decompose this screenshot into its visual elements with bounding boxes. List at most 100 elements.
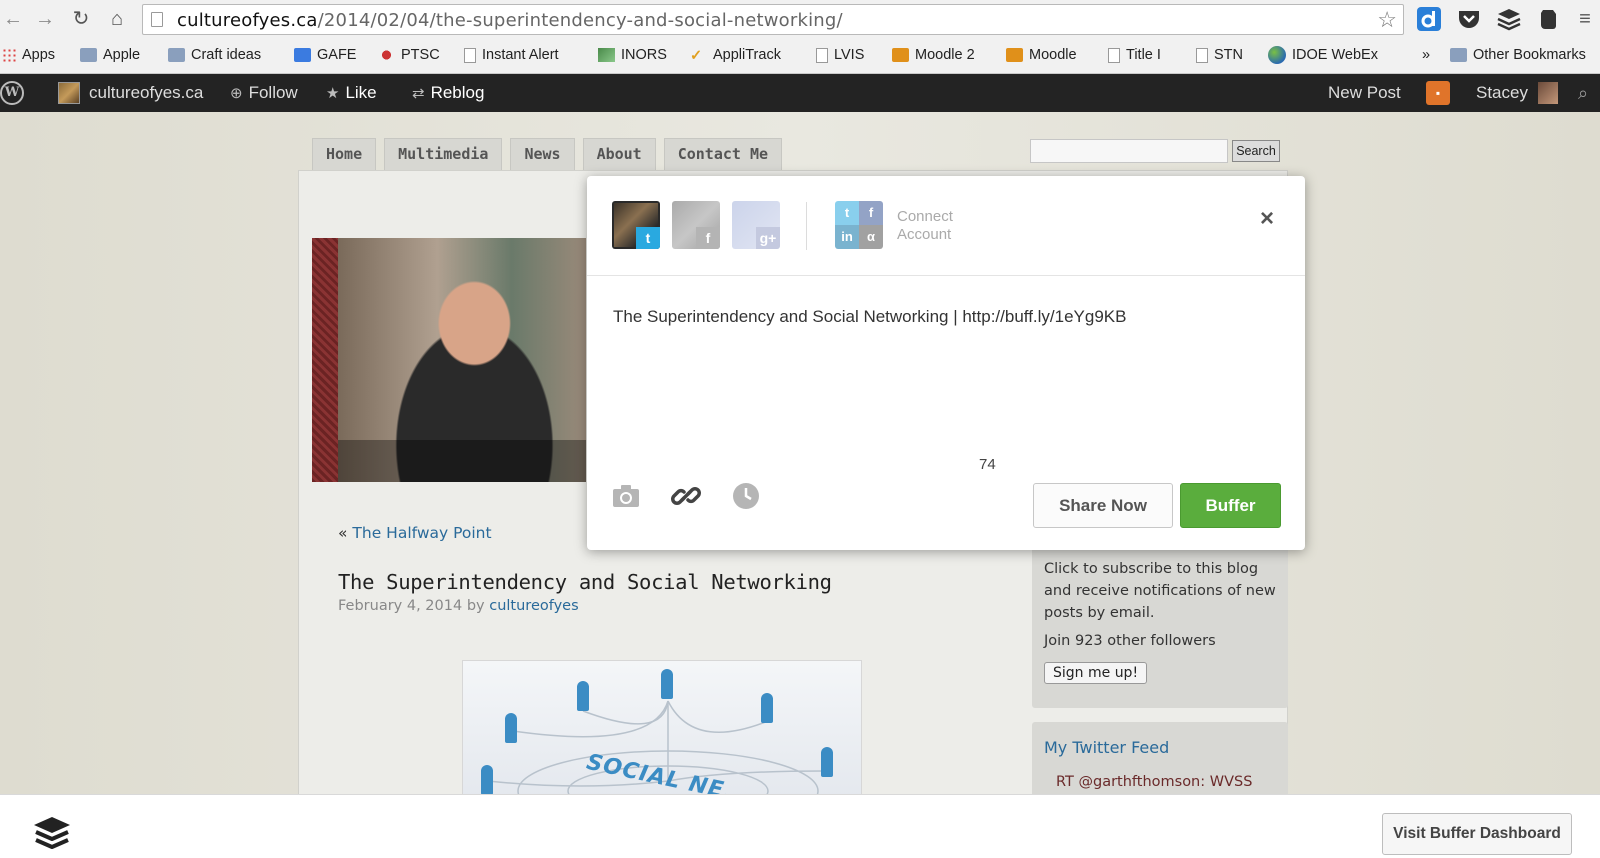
facebook-profile-avatar[interactable]: f	[672, 201, 720, 249]
bookmark-apps[interactable]: Apps	[2, 44, 55, 66]
new-post-link[interactable]: New Post	[1328, 74, 1401, 112]
nav-about[interactable]: About	[582, 138, 656, 170]
twitter-feed-title[interactable]: My Twitter Feed	[1044, 738, 1169, 757]
wordpress-logo[interactable]: W	[0, 74, 24, 112]
person-figure	[821, 747, 833, 777]
buffer-logo-icon[interactable]	[32, 815, 72, 851]
tweet-item[interactable]: RT @garthfthomson: WVSS	[1056, 774, 1252, 790]
linkedin-icon: in	[835, 225, 859, 249]
bookmark-apple[interactable]: Apple	[80, 44, 140, 66]
folder-icon	[168, 48, 185, 62]
share-now-button[interactable]: Share Now	[1033, 483, 1173, 528]
post-title: The Superintendency and Social Networkin…	[338, 570, 832, 594]
search-icon[interactable]: ⌕	[1578, 74, 1588, 112]
camera-icon[interactable]	[611, 481, 641, 511]
folder-icon	[80, 48, 97, 62]
blog-search-button[interactable]: Search	[1232, 140, 1280, 162]
checkmark-icon: ✓	[690, 48, 703, 64]
follow-button[interactable]: ⊕ Follow	[230, 74, 298, 112]
delicious-icon[interactable]	[1416, 6, 1442, 32]
url-text[interactable]: cultureofyes.ca/2014/02/04/the-superinte…	[177, 10, 843, 31]
blog-search-input[interactable]	[1030, 139, 1228, 163]
bookmark-ptsc[interactable]: PTSC	[378, 44, 440, 66]
subscribe-text: Click to subscribe to this blog and rece…	[1044, 561, 1276, 621]
facebook-icon: f	[859, 201, 883, 225]
page-icon	[1108, 47, 1120, 63]
more-bookmarks-chevron[interactable]: »	[1422, 44, 1430, 66]
followers-count: Join 923 other followers	[1044, 633, 1216, 649]
star-icon: ★	[326, 85, 340, 102]
reload-icon[interactable]: ↻	[68, 6, 94, 32]
page-icon	[1196, 47, 1208, 63]
person-figure	[661, 669, 673, 699]
clock-icon[interactable]	[731, 481, 761, 511]
bookmark-stn[interactable]: STN	[1196, 44, 1243, 66]
close-icon[interactable]: ×	[1255, 207, 1279, 231]
google-plus-profile-avatar[interactable]: g+	[732, 201, 780, 249]
sign-me-up-button[interactable]: Sign me up!	[1044, 662, 1148, 684]
bookmark-inors[interactable]: INORS	[598, 44, 667, 66]
wp-admin-bar: W cultureofyes.ca ⊕ Follow ★ Like ⇄ Reblog …	[0, 74, 1600, 112]
visit-buffer-dashboard-button[interactable]: Visit Buffer Dashboard	[1382, 813, 1572, 855]
bookmark-gafe[interactable]: GAFE	[294, 44, 356, 66]
folder-icon	[1450, 48, 1467, 62]
bookmark-moodle[interactable]: Moodle	[1006, 44, 1077, 66]
page-icon	[816, 47, 828, 63]
pocket-icon[interactable]	[1456, 6, 1482, 32]
bookmark-title-i[interactable]: Title I	[1108, 44, 1161, 66]
nav-multimedia[interactable]: Multimedia	[384, 138, 503, 170]
moodle-icon	[1006, 48, 1023, 62]
plus-circle-icon: ⊕	[230, 85, 243, 102]
apps-grid-icon	[2, 48, 16, 62]
previous-post-link[interactable]: « The Halfway Point	[338, 524, 492, 542]
twitter-profile-avatar[interactable]: t	[612, 201, 660, 249]
bookmarks-bar: Apps Apple Craft ideas GAFE PTSC Instant…	[0, 42, 1600, 68]
bookmark-idoe-webex[interactable]: IDOE WebEx	[1268, 44, 1378, 66]
user-avatar	[1537, 82, 1558, 104]
notifications-button[interactable]: ▪	[1426, 74, 1450, 112]
bookmark-other[interactable]: Other Bookmarks	[1450, 44, 1586, 66]
forward-icon[interactable]: →	[32, 6, 58, 32]
nav-news[interactable]: News	[510, 138, 575, 170]
post-meta: February 4, 2014 by cultureofyes	[338, 598, 579, 614]
nav-contact-me[interactable]: Contact Me	[663, 138, 783, 170]
menu-icon[interactable]: ≡	[1572, 6, 1598, 32]
post-author-link[interactable]: cultureofyes	[489, 598, 578, 614]
connect-account-icons[interactable]: t f in α	[835, 201, 883, 249]
connect-account-link[interactable]: Connect Account	[897, 208, 977, 244]
back-icon[interactable]: ←	[0, 6, 26, 32]
reblog-button[interactable]: ⇄ Reblog	[412, 74, 484, 112]
header-image	[312, 238, 586, 482]
bookmark-instant-alert[interactable]: Instant Alert	[464, 44, 559, 66]
user-menu[interactable]: Stacey	[1476, 74, 1558, 112]
link-icon[interactable]	[671, 481, 701, 511]
blog-nav: Home Multimedia News About Contact Me	[312, 138, 783, 170]
twitter-icon: t	[636, 227, 660, 249]
nav-home[interactable]: Home	[312, 138, 377, 170]
bookmark-craft-ideas[interactable]: Craft ideas	[168, 44, 261, 66]
buffer-extension-icon[interactable]	[1496, 6, 1522, 32]
bookmark-star-icon[interactable]: ☆	[1377, 7, 1397, 33]
site-avatar	[58, 82, 80, 104]
bookmark-moodle-2[interactable]: Moodle 2	[892, 44, 975, 66]
header-divider	[806, 202, 807, 250]
social-network-image: SOCIAL NE...	[462, 660, 862, 800]
wordpress-icon: W	[0, 81, 24, 105]
email-subscription-widget: Click to subscribe to this blog and rece…	[1032, 540, 1288, 708]
page-icon	[464, 47, 476, 63]
person-figure	[505, 713, 517, 743]
home-icon[interactable]: ⌂	[104, 6, 130, 32]
appnet-icon: α	[859, 225, 883, 249]
buffer-button[interactable]: Buffer	[1180, 483, 1281, 528]
address-bar[interactable]: cultureofyes.ca/2014/02/04/the-superinte…	[142, 4, 1404, 35]
twitter-icon: t	[835, 201, 859, 225]
share-message-textarea[interactable]: The Superintendency and Social Networkin…	[613, 307, 1283, 327]
moodle-icon	[892, 48, 909, 62]
evernote-icon[interactable]	[1536, 6, 1562, 32]
bookmark-lvis[interactable]: LVIS	[816, 44, 864, 66]
inors-icon	[598, 48, 615, 62]
like-button[interactable]: ★ Like	[326, 74, 377, 112]
modal-header: t f g+ t f in α Connect Account ×	[587, 176, 1305, 276]
bookmark-applitrack[interactable]: ✓ AppliTrack	[690, 44, 781, 66]
site-name-link[interactable]: cultureofyes.ca	[58, 74, 203, 112]
